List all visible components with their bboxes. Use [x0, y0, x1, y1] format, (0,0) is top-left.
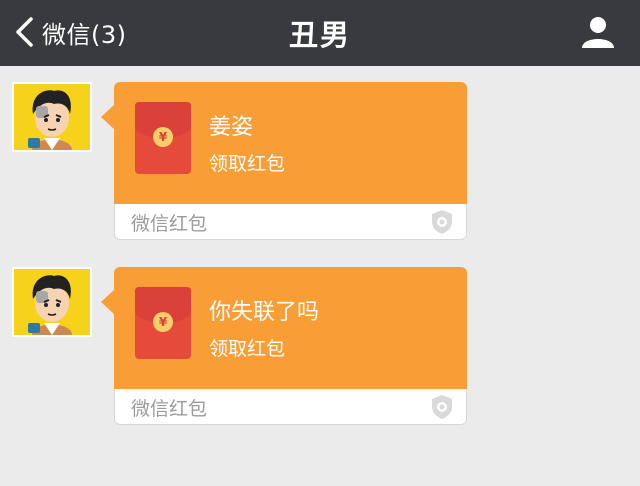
- back-chevron-icon: [16, 17, 33, 47]
- red-packet-bubble[interactable]: ¥ 姜姿 领取红包 微信红包: [101, 82, 467, 240]
- back-button[interactable]: 微信(3): [14, 12, 127, 52]
- red-packet-footer: 微信红包: [114, 204, 467, 240]
- red-packet-footer-label: 微信红包: [131, 398, 208, 420]
- red-packet-subtitle: 领取红包: [209, 153, 286, 175]
- red-packet-body: ¥ 姜姿 领取红包: [114, 82, 467, 204]
- red-packet-title: 姜姿: [209, 115, 254, 140]
- message-row: ¥ 你失联了吗 领取红包 微信红包: [0, 267, 640, 427]
- avatar-cartoon-icon: [14, 84, 90, 150]
- red-packet-subtitle: 领取红包: [209, 338, 286, 360]
- avatar[interactable]: [12, 267, 92, 337]
- avatar[interactable]: [12, 82, 92, 152]
- red-packet-body: ¥ 你失联了吗 领取红包: [114, 267, 467, 389]
- shield-icon: [432, 395, 452, 419]
- red-envelope-icon: ¥: [135, 287, 191, 359]
- avatar-cartoon-icon: [14, 269, 90, 335]
- profile-button[interactable]: [580, 14, 616, 50]
- red-packet-footer-label: 微信红包: [131, 213, 208, 235]
- coin-icon: ¥: [153, 312, 173, 332]
- red-packet-title: 你失联了吗: [209, 300, 320, 325]
- coin-icon: ¥: [153, 127, 173, 147]
- bubble-tail: [101, 104, 115, 130]
- red-envelope-icon: ¥: [135, 102, 191, 174]
- message-row: ¥ 姜姿 领取红包 微信红包: [0, 82, 640, 242]
- profile-icon: [582, 17, 614, 48]
- red-packet-footer: 微信红包: [114, 389, 467, 425]
- red-packet-bubble[interactable]: ¥ 你失联了吗 领取红包 微信红包: [101, 267, 467, 425]
- back-label: 微信(3): [42, 20, 127, 49]
- nav-bar: 微信(3) 丑男: [0, 0, 640, 66]
- shield-icon: [432, 210, 452, 234]
- bubble-tail: [101, 289, 115, 315]
